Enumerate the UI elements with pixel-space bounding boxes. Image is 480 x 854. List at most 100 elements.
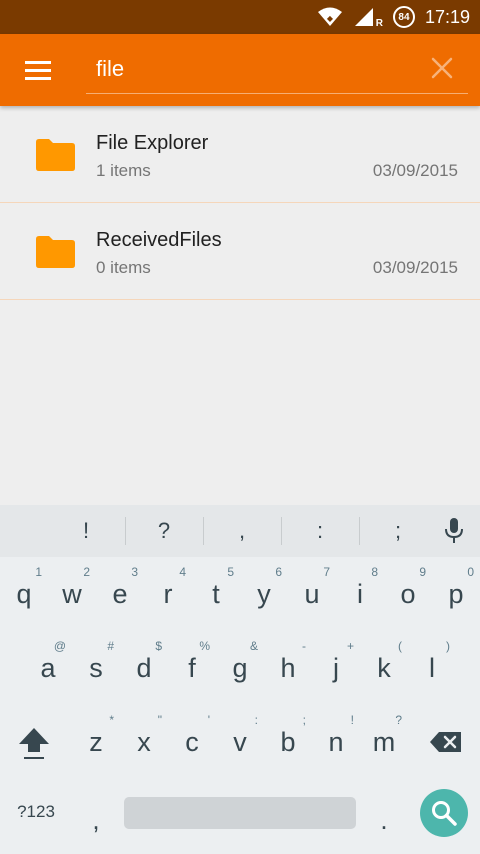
key-hint: 2 bbox=[83, 565, 90, 579]
key-b[interactable]: ; b bbox=[264, 705, 312, 779]
key-k[interactable]: (k bbox=[360, 631, 408, 705]
key-hint: - bbox=[302, 639, 306, 653]
folder-icon bbox=[36, 236, 75, 268]
key-x[interactable]: " x bbox=[120, 705, 168, 779]
key-a[interactable]: @ a bbox=[24, 631, 72, 705]
key-label: k bbox=[377, 653, 391, 683]
backspace-key[interactable] bbox=[418, 705, 474, 779]
key-label: t bbox=[212, 579, 220, 609]
key-hint: 6 bbox=[275, 565, 282, 579]
key-g[interactable]: & g bbox=[216, 631, 264, 705]
menu-button[interactable] bbox=[0, 34, 76, 106]
period-key[interactable]: . bbox=[360, 783, 408, 854]
close-icon[interactable] bbox=[430, 56, 454, 80]
key-hint: ' bbox=[207, 713, 210, 727]
key-label: e bbox=[112, 579, 128, 609]
key-h[interactable]: -h bbox=[264, 631, 312, 705]
suggestion-key[interactable]: ; bbox=[359, 505, 437, 557]
suggestion-key[interactable]: ? bbox=[125, 505, 203, 557]
key-label: n bbox=[328, 727, 344, 757]
key-label: p bbox=[448, 579, 464, 609]
key-w[interactable]: 2w bbox=[48, 557, 96, 631]
key-o[interactable]: 9o bbox=[384, 557, 432, 631]
key-v[interactable]: :v bbox=[216, 705, 264, 779]
key-c[interactable]: ' c bbox=[168, 705, 216, 779]
key-m[interactable]: ? m bbox=[360, 705, 408, 779]
key-label: f bbox=[188, 653, 196, 683]
key-label: m bbox=[372, 727, 396, 757]
key-n[interactable]: ! n bbox=[312, 705, 360, 779]
item-count: 0 items bbox=[96, 258, 151, 277]
list-item[interactable]: File Explorer 1 items 03/09/2015 bbox=[0, 106, 480, 203]
suggestion-key[interactable]: : bbox=[281, 505, 359, 557]
key-row-2: @ a # s $ d% f & g - h + j(k) l bbox=[0, 631, 480, 705]
clock: 17:19 bbox=[424, 6, 470, 27]
item-count: 1 items bbox=[96, 161, 151, 180]
search-input[interactable] bbox=[86, 55, 406, 82]
key-hint: + bbox=[346, 639, 354, 653]
key-p[interactable]: 0p bbox=[432, 557, 480, 631]
key-label: y bbox=[257, 579, 271, 609]
key-row-1: 1q2w3e4r5t6y7u8i9o0p bbox=[0, 557, 480, 631]
key-label: g bbox=[232, 653, 248, 683]
key-label: s bbox=[89, 653, 103, 683]
key-hint: % bbox=[199, 639, 210, 653]
key-label: x bbox=[137, 727, 151, 757]
key-e[interactable]: 3e bbox=[96, 557, 144, 631]
key-l[interactable]: ) l bbox=[408, 631, 456, 705]
key-hint: ; bbox=[302, 713, 306, 727]
shift-key[interactable] bbox=[6, 705, 62, 779]
svg-text:◆: ◆ bbox=[327, 14, 334, 23]
list-item[interactable]: ReceivedFiles 0 items 03/09/2015 bbox=[0, 203, 480, 300]
search-action-key[interactable] bbox=[420, 789, 468, 837]
key-label: w bbox=[62, 579, 82, 609]
key-z[interactable]: * z bbox=[72, 705, 120, 779]
soft-keyboard: ! ? , : ; 1q2w3e4r5t6y7u8i9o0p @ a # s $ d% f &… bbox=[0, 505, 480, 854]
key-y[interactable]: 6y bbox=[240, 557, 288, 631]
key-hint: 4 bbox=[179, 565, 186, 579]
key-q[interactable]: 1q bbox=[0, 557, 48, 631]
key-hint: 3 bbox=[131, 565, 138, 579]
battery-level: 84 bbox=[398, 11, 410, 23]
key-hint: : bbox=[254, 713, 258, 727]
key-label: l bbox=[429, 653, 435, 683]
key-s[interactable]: # s bbox=[72, 631, 120, 705]
key-hint: @ bbox=[53, 639, 66, 653]
key-hint: ? bbox=[395, 713, 402, 727]
wifi-icon: ◆ bbox=[317, 7, 343, 27]
app-toolbar bbox=[0, 34, 480, 106]
key-label: q bbox=[16, 579, 32, 609]
key-label: o bbox=[400, 579, 416, 609]
space-bar[interactable] bbox=[124, 797, 356, 829]
results-list: File Explorer 1 items 03/09/2015 Receive… bbox=[0, 106, 480, 300]
suggestion-key[interactable]: ! bbox=[47, 505, 125, 557]
symbols-key[interactable]: ?123 bbox=[6, 775, 66, 849]
folder-icon bbox=[36, 139, 75, 171]
key-f[interactable]: % f bbox=[168, 631, 216, 705]
key-i[interactable]: 8i bbox=[336, 557, 384, 631]
key-label: c bbox=[185, 727, 199, 757]
item-date: 03/09/2015 bbox=[372, 258, 458, 277]
key-t[interactable]: 5t bbox=[192, 557, 240, 631]
suggestion-key[interactable]: , bbox=[203, 505, 281, 557]
key-hint: $ bbox=[155, 639, 162, 653]
key-label: d bbox=[136, 653, 152, 683]
key-hint: ( bbox=[398, 639, 402, 653]
key-d[interactable]: $ d bbox=[120, 631, 168, 705]
comma-key[interactable]: , bbox=[72, 783, 120, 854]
item-date: 03/09/2015 bbox=[372, 161, 458, 180]
key-hint: 9 bbox=[419, 565, 426, 579]
key-label: z bbox=[89, 727, 103, 757]
key-j[interactable]: + j bbox=[312, 631, 360, 705]
key-u[interactable]: 7u bbox=[288, 557, 336, 631]
battery-icon: 84 bbox=[392, 6, 415, 28]
key-label: b bbox=[280, 727, 296, 757]
hamburger-menu-icon bbox=[25, 61, 51, 80]
microphone-icon[interactable] bbox=[438, 515, 470, 547]
suggestion-strip: ! ? , : ; bbox=[0, 505, 480, 557]
status-bar: ◆ R 84 17:19 bbox=[0, 0, 480, 34]
key-label: h bbox=[280, 653, 296, 683]
key-hint: 0 bbox=[467, 565, 474, 579]
key-r[interactable]: 4r bbox=[144, 557, 192, 631]
key-label: r bbox=[163, 579, 173, 609]
